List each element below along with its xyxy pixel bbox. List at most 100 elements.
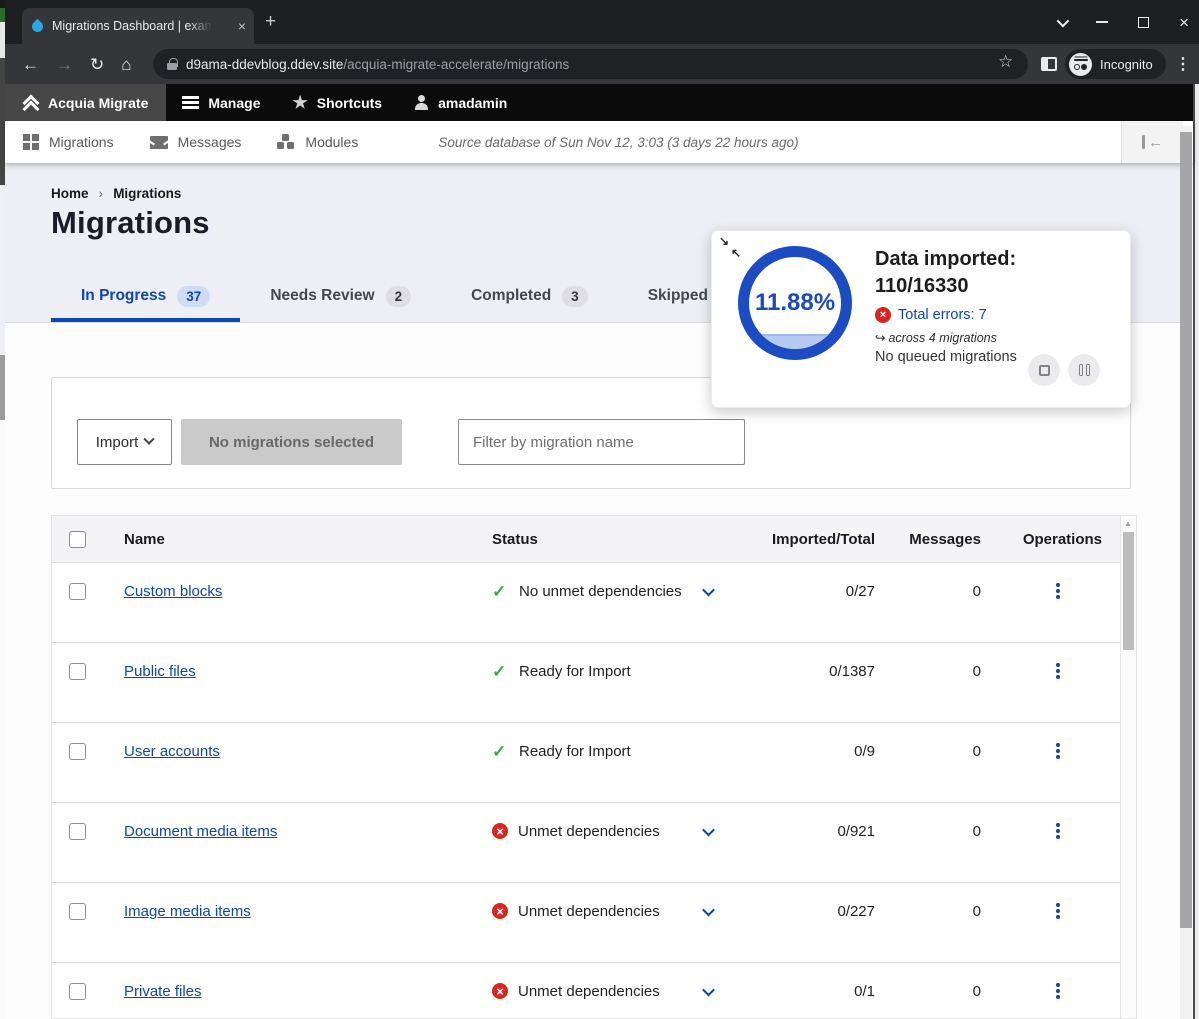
tab-needs-review[interactable]: Needs Review 2 xyxy=(240,270,441,322)
operations-kebab-icon[interactable] xyxy=(1056,749,1060,753)
data-imported-fraction: 110/16330 xyxy=(875,275,968,298)
status-text: Unmet dependencies xyxy=(518,903,660,920)
url-host: d9ama-ddevblog.ddev.site xyxy=(186,57,343,72)
stop-icon xyxy=(1039,365,1050,376)
messages-count: 0 xyxy=(973,903,981,920)
table-scrollbar[interactable]: ▲ xyxy=(1120,516,1136,1018)
toolbar-item-modules[interactable]: Modules xyxy=(259,134,376,150)
row-checkbox[interactable] xyxy=(69,583,86,600)
toolbar-item-label: Modules xyxy=(305,134,358,150)
table-row: User accounts Ready for Import 0/9 0 xyxy=(52,723,1136,803)
pause-button[interactable] xyxy=(1068,354,1100,386)
window-controls: × xyxy=(1057,0,1189,44)
side-panel-icon[interactable] xyxy=(1041,57,1057,71)
hamburger-icon xyxy=(182,96,199,109)
breadcrumb-current: Migrations xyxy=(113,186,181,201)
status-expand-icon[interactable] xyxy=(702,903,715,916)
migration-link[interactable]: Image media items xyxy=(124,903,251,920)
header-imported-total: Imported/Total xyxy=(732,516,875,563)
breadcrumb-home-link[interactable]: Home xyxy=(51,186,89,201)
source-database-note: Source database of Sun Nov 12, 3:03 (3 d… xyxy=(438,135,798,150)
total-errors-row: × Total errors: 7 xyxy=(875,307,987,323)
tab-label: Completed xyxy=(471,287,551,305)
minimize-button[interactable] xyxy=(1096,21,1108,23)
row-checkbox[interactable] xyxy=(69,903,86,920)
imported-total-value: 0/227 xyxy=(837,903,875,920)
toolbar-item-messages[interactable]: Messages xyxy=(132,134,260,150)
toolbar-item-migrations[interactable]: Migrations xyxy=(5,134,132,150)
status-icon xyxy=(492,903,508,919)
collapse-left-icon: ← xyxy=(1148,135,1163,150)
table-scrollbar-thumb[interactable] xyxy=(1123,532,1134,650)
page-scrollbar-thumb[interactable] xyxy=(1180,132,1192,928)
tab-close-icon[interactable]: × xyxy=(238,19,246,33)
incognito-badge: Incognito xyxy=(1065,49,1166,79)
admin-item-label: Acquia Migrate xyxy=(48,95,148,111)
imported-total-value: 0/27 xyxy=(846,583,875,600)
maximize-button[interactable] xyxy=(1138,17,1149,28)
browser-menu-icon[interactable]: ⋮ xyxy=(1175,54,1191,74)
row-checkbox[interactable] xyxy=(69,983,86,1000)
migration-link[interactable]: Document media items xyxy=(124,823,277,840)
operations-kebab-icon[interactable] xyxy=(1056,909,1060,913)
chevron-down-icon xyxy=(144,434,155,445)
progress-percent: 11.88% xyxy=(749,257,841,349)
row-checkbox[interactable] xyxy=(69,743,86,760)
migration-link[interactable]: Custom blocks xyxy=(124,583,222,600)
tab-label: In Progress xyxy=(81,287,166,305)
header-messages: Messages xyxy=(912,516,981,563)
admin-item-shortcuts[interactable]: ★ Shortcuts xyxy=(276,84,398,121)
acquia-logo-icon xyxy=(23,96,39,110)
home-icon[interactable]: ⌂ xyxy=(121,56,131,73)
migration-link[interactable]: Public files xyxy=(124,663,196,680)
messages-count: 0 xyxy=(973,983,981,1000)
migration-link[interactable]: User accounts xyxy=(124,743,220,760)
page-scrollbar[interactable] xyxy=(1180,126,1192,1019)
tab-search-icon[interactable] xyxy=(1057,14,1070,27)
tab-in-progress[interactable]: In Progress 37 xyxy=(51,270,240,322)
screen: Migrations Dashboard | example × + × ← →… xyxy=(0,0,1199,1019)
address-bar[interactable]: d9ama-ddevblog.ddev.site/acquia-migrate-… xyxy=(153,49,1028,79)
data-imported-title: Data imported: xyxy=(875,248,1016,271)
admin-item-user[interactable]: amadamin xyxy=(398,84,523,121)
import-dropdown-button[interactable]: Import xyxy=(77,419,172,465)
table-row: Private files Unmet dependencies 0/1 0 xyxy=(52,963,1136,1019)
operations-kebab-icon[interactable] xyxy=(1056,669,1060,673)
star-icon: ★ xyxy=(292,94,307,111)
row-checkbox[interactable] xyxy=(69,823,86,840)
row-checkbox[interactable] xyxy=(69,663,86,680)
operations-kebab-icon[interactable] xyxy=(1056,829,1060,833)
total-errors-link[interactable]: Total errors: 7 xyxy=(898,307,987,323)
tab-completed[interactable]: Completed 3 xyxy=(441,270,618,322)
admin-item-manage[interactable]: Manage xyxy=(166,84,276,121)
bookmark-star-icon[interactable]: ☆ xyxy=(998,53,1013,70)
forward-icon[interactable]: → xyxy=(56,56,73,73)
operations-kebab-icon[interactable] xyxy=(1056,589,1060,593)
status-expand-icon[interactable] xyxy=(702,583,715,596)
migration-link[interactable]: Private files xyxy=(124,983,202,1000)
modules-icon xyxy=(277,134,295,150)
operations-kebab-icon[interactable] xyxy=(1056,989,1060,993)
status-expand-icon[interactable] xyxy=(702,823,715,836)
error-icon: × xyxy=(875,307,891,323)
stop-button[interactable] xyxy=(1028,354,1060,386)
select-all-checkbox[interactable] xyxy=(69,531,86,548)
new-tab-button[interactable]: + xyxy=(265,12,276,31)
status-expand-icon[interactable] xyxy=(702,983,715,996)
collapse-bar-icon xyxy=(1142,135,1145,149)
reload-icon[interactable]: ↻ xyxy=(90,56,104,73)
scroll-up-icon[interactable]: ▲ xyxy=(1124,519,1132,528)
toolbar-collapse-button[interactable]: ← xyxy=(1121,121,1183,163)
messages-count: 0 xyxy=(973,583,981,600)
background-window-sliver-right xyxy=(1193,84,1199,1019)
tab-label: Skipped xyxy=(648,287,708,305)
admin-item-acquia-migrate[interactable]: Acquia Migrate xyxy=(5,84,166,121)
pause-icon xyxy=(1079,364,1090,376)
close-window-button[interactable]: × xyxy=(1179,14,1189,31)
filter-input[interactable] xyxy=(458,419,745,465)
messages-count: 0 xyxy=(973,663,981,680)
back-icon[interactable]: ← xyxy=(22,56,39,73)
progress-ring: 11.88% xyxy=(738,246,852,360)
collapse-card-icon[interactable]: ↘ ↖ xyxy=(718,233,748,263)
browser-tab[interactable]: Migrations Dashboard | example × xyxy=(22,8,254,44)
